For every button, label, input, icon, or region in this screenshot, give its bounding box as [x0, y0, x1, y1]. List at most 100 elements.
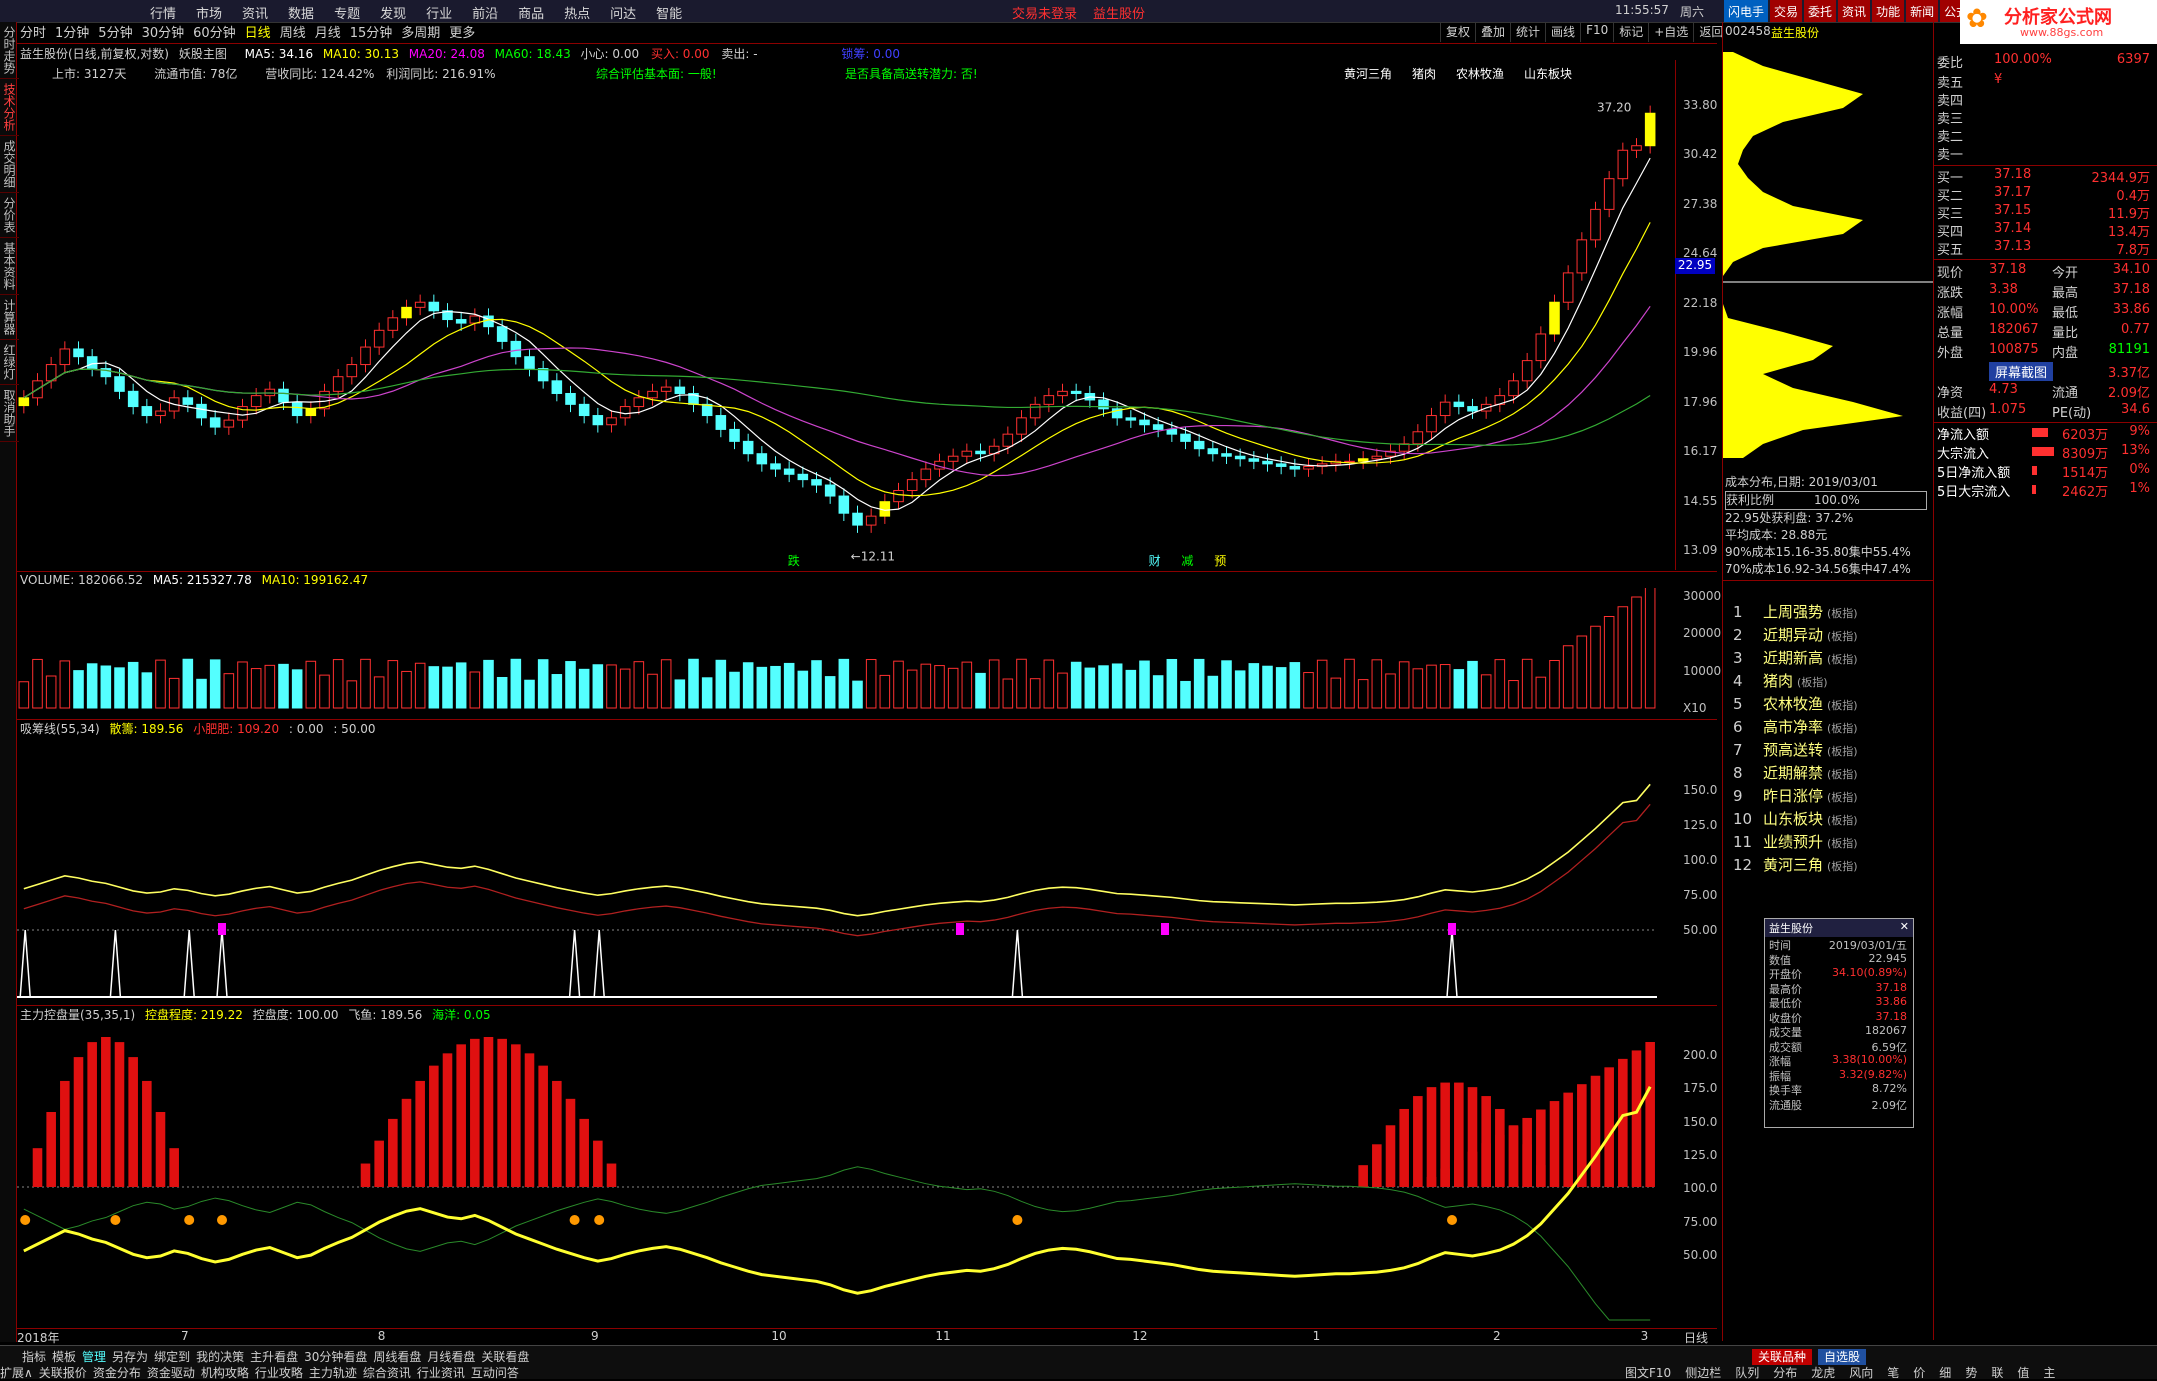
- xichou-chart[interactable]: [17, 735, 1677, 1005]
- bottom-tab[interactable]: 绑定到: [154, 1350, 190, 1364]
- period-tab[interactable]: 分时: [20, 26, 46, 41]
- menu-item[interactable]: 智能: [656, 3, 682, 22]
- volume-bar: [455, 662, 467, 709]
- menu-item[interactable]: 市场: [196, 3, 222, 22]
- bottom-tab[interactable]: 月线看盘: [427, 1350, 475, 1364]
- chart-tool-button[interactable]: F10: [1580, 22, 1613, 42]
- sector-item[interactable]: 10 山东板块 (板指): [1733, 808, 1858, 831]
- candlestick-chart[interactable]: 37.20 ←12.11 跌 财 减 预: [17, 60, 1677, 570]
- candle: [920, 461, 932, 488]
- chart-tool-button[interactable]: 叠加: [1475, 22, 1510, 42]
- chart-tool-button[interactable]: 统计: [1510, 22, 1545, 42]
- chart-tool-button[interactable]: 复权: [1440, 22, 1475, 42]
- top-button[interactable]: 交易: [1770, 0, 1803, 22]
- period-tab[interactable]: 多周期: [401, 26, 440, 41]
- period-tab[interactable]: 1分钟: [55, 26, 89, 41]
- login-status[interactable]: 交易未登录: [1012, 3, 1077, 22]
- chip-date: 成本分布,日期: 2019/03/01: [1725, 475, 1878, 489]
- volume-chart[interactable]: [17, 588, 1677, 718]
- volume-bar: [1180, 680, 1191, 709]
- period-tab[interactable]: 15分钟: [350, 26, 393, 41]
- volume-bar: [59, 660, 71, 709]
- chart-tool-button[interactable]: +自选: [1648, 22, 1693, 42]
- bottom-tab[interactable]: 主升看盘: [250, 1350, 298, 1364]
- top-button[interactable]: 功能: [1872, 0, 1905, 22]
- indicator-name[interactable]: 妖股主图: [179, 47, 227, 61]
- menu-item[interactable]: 数据: [288, 3, 314, 22]
- volume-bar: [1371, 659, 1383, 709]
- sector-item[interactable]: 7 预高送转 (板指): [1733, 739, 1858, 762]
- kongpan-signal-dot: [110, 1215, 121, 1225]
- close-icon[interactable]: ✕: [1900, 920, 1909, 933]
- bottom-tab[interactable]: 30分钟看盘: [304, 1350, 367, 1364]
- menu-item[interactable]: 热点: [564, 3, 590, 22]
- sector-item[interactable]: 1 上周强势 (板指): [1733, 601, 1858, 624]
- volume-bar: [1016, 658, 1027, 709]
- top-button[interactable]: 资讯: [1838, 0, 1871, 22]
- bottom-switch-tab[interactable]: 自选股: [1818, 1349, 1867, 1365]
- kongpan-chart[interactable]: [17, 1020, 1677, 1330]
- top-button[interactable]: 闪电手: [1724, 0, 1769, 22]
- y-tick-label: 75.00: [1683, 888, 1718, 902]
- menu-item[interactable]: 问达: [610, 3, 636, 22]
- period-tab[interactable]: 60分钟: [193, 26, 236, 41]
- period-tab[interactable]: 周线: [280, 26, 306, 41]
- sector-item[interactable]: 2 近期异动 (板指): [1733, 624, 1858, 647]
- event-marker[interactable]: 跌: [788, 553, 800, 568]
- current-price-tag: 22.95: [1675, 258, 1715, 274]
- period-tab[interactable]: 30分钟: [142, 26, 185, 41]
- ob-label: 买二: [1937, 189, 1964, 204]
- sector-type: (板指): [1827, 768, 1858, 781]
- ob-volume: 7.8万: [2116, 243, 2150, 258]
- infobox-row: 开盘价 34.10(0.89%): [1765, 966, 1913, 981]
- kongpan-bar: [538, 1065, 548, 1187]
- candle: [742, 433, 754, 462]
- period-tab[interactable]: 日线: [245, 26, 271, 41]
- menu-item[interactable]: 商品: [518, 3, 544, 22]
- flow-row: 大宗流入 8309万 13%: [1934, 443, 2157, 462]
- candle: [1221, 446, 1232, 465]
- bottom-tab[interactable]: 指标: [22, 1350, 46, 1364]
- sector-item[interactable]: 12 黄河三角 (板指): [1733, 854, 1858, 877]
- sector-item[interactable]: 9 昨日涨停 (板指): [1733, 785, 1858, 808]
- stat-value: 34.10: [2112, 262, 2150, 277]
- event-marker[interactable]: 减: [1181, 554, 1193, 568]
- candle: [155, 403, 166, 424]
- bottom-tab[interactable]: 我的决策: [196, 1350, 244, 1364]
- period-tab[interactable]: 月线: [315, 26, 341, 41]
- sector-item[interactable]: 5 农林牧渔 (板指): [1733, 693, 1858, 716]
- menu-item[interactable]: 行情: [150, 3, 176, 22]
- menu-item[interactable]: 发现: [380, 3, 406, 22]
- menu-item[interactable]: 资讯: [242, 3, 268, 22]
- chip-90: 90%成本15.16-35.80集中55.4%: [1725, 545, 1911, 559]
- sector-item[interactable]: 11 业绩预升 (板指): [1733, 831, 1858, 854]
- sector-item[interactable]: 6 高市净率 (板指): [1733, 716, 1858, 739]
- top-button[interactable]: 委托: [1804, 0, 1837, 22]
- bottom-tab[interactable]: 另存为: [112, 1350, 148, 1364]
- bottom-switch-tab[interactable]: 关联品种: [1752, 1349, 1813, 1365]
- sector-item[interactable]: 8 近期解禁 (板指): [1733, 762, 1858, 785]
- menu-item[interactable]: 专题: [334, 3, 360, 22]
- candle: [1535, 326, 1547, 369]
- bottom-tab[interactable]: 关联看盘: [481, 1350, 529, 1364]
- event-marker[interactable]: 财: [1149, 554, 1161, 568]
- event-marker[interactable]: 预: [1214, 554, 1226, 568]
- bottom-tab[interactable]: 周线看盘: [373, 1350, 421, 1364]
- period-tab[interactable]: 更多: [449, 26, 475, 41]
- chip-avg: 平均成本: 28.88元: [1725, 528, 1828, 542]
- bottom-tab[interactable]: 模板: [52, 1350, 76, 1364]
- kongpan-bar: [593, 1140, 603, 1187]
- sector-item[interactable]: 3 近期新高 (板指): [1733, 647, 1858, 670]
- bottom-tab[interactable]: 管理: [82, 1350, 106, 1364]
- menu-item[interactable]: 前沿: [472, 3, 498, 22]
- sector-item[interactable]: 4 猪肉 (板指): [1733, 670, 1858, 693]
- top-button[interactable]: 新闻: [1906, 0, 1939, 22]
- period-tab[interactable]: 5分钟: [98, 26, 132, 41]
- menu-item[interactable]: 行业: [426, 3, 452, 22]
- chart-tool-button[interactable]: 画线: [1545, 22, 1580, 42]
- kongpan-bar: [1385, 1125, 1396, 1187]
- kongpan-bar: [1536, 1109, 1546, 1187]
- volume-bar: [838, 658, 850, 709]
- stat-label: 现价: [1937, 266, 1964, 281]
- chart-tool-button[interactable]: 标记: [1613, 22, 1648, 42]
